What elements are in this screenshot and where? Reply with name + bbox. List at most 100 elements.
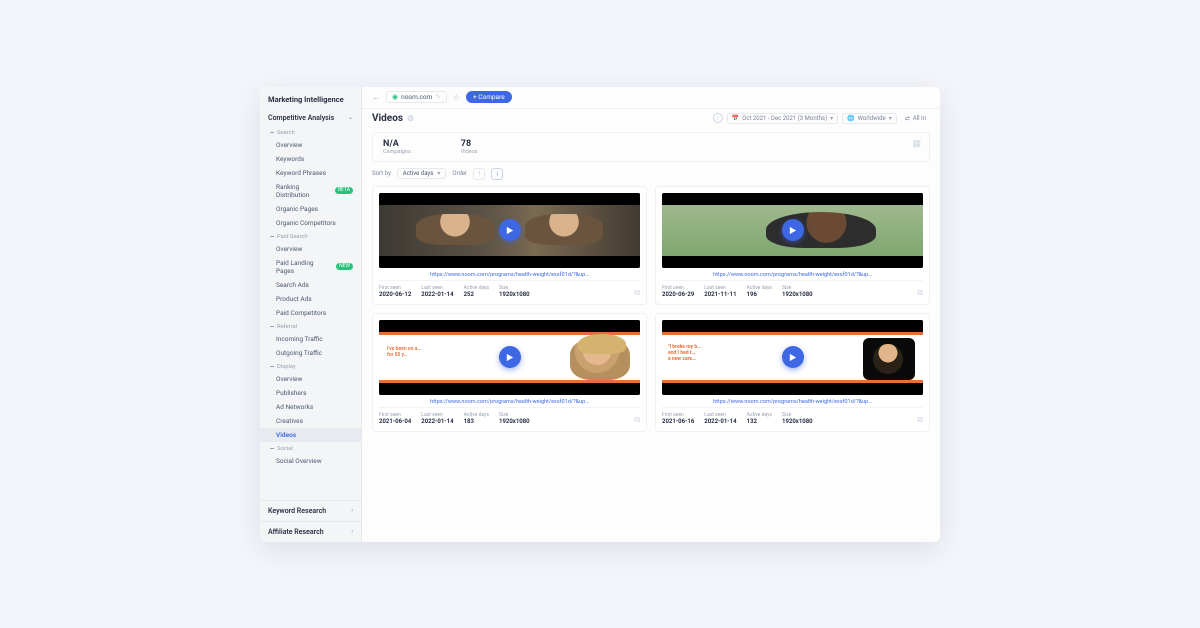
sidebar-section-competitive[interactable]: Competitive Analysis ⌄ <box>260 110 361 126</box>
sidebar-item-overview[interactable]: Overview <box>260 372 361 386</box>
star-icon[interactable]: ☆ <box>453 93 460 102</box>
sidebar-item-incoming-traffic[interactable]: Incoming Traffic <box>260 332 361 346</box>
external-link-icon[interactable]: ⧉ <box>917 288 923 298</box>
stat-value: N/A <box>383 139 411 149</box>
sidebar-item-creatives[interactable]: Creatives <box>260 414 361 428</box>
dash-icon <box>270 366 274 367</box>
sidebar-item-label: Organic Pages <box>276 205 318 213</box>
sidebar-item-label: Keyword Phrases <box>276 169 326 177</box>
sidebar-section-affiliate-research[interactable]: Affiliate Research › <box>260 521 361 542</box>
video-grid: https://www.noom.com/programs/health-wei… <box>362 184 940 440</box>
chevron-down-icon: ⌄ <box>348 114 353 121</box>
stat-value: 78 <box>461 139 478 149</box>
external-link-icon[interactable]: ⧉ <box>634 415 640 425</box>
sidebar-item-social-overview[interactable]: Social Overview <box>260 454 361 468</box>
sidebar-item-organic-competitors[interactable]: Organic Competitors <box>260 216 361 230</box>
chevron-down-icon: ▾ <box>889 115 892 122</box>
meta-value: 1920x1080 <box>782 418 813 425</box>
video-url[interactable]: https://www.noom.com/programs/health-wei… <box>662 268 923 280</box>
badge: BETA <box>335 187 353 194</box>
group-label-text: Search <box>277 130 295 136</box>
sidebar-item-paid-landing-pages[interactable]: Paid Landing PagesNEW <box>260 256 361 278</box>
sidebar-item-label: Search Ads <box>276 281 309 289</box>
compare-button[interactable]: + Compare <box>466 91 512 103</box>
video-meta: First seen2021-06-04Last seen2022-01-14A… <box>379 407 640 425</box>
sidebar-item-label: Ad Networks <box>276 403 313 411</box>
sidebar-item-organic-pages[interactable]: Organic Pages <box>260 202 361 216</box>
domain-chip[interactable]: ◉ noom.com ✎ <box>386 91 447 103</box>
meta-label: Active days <box>747 412 772 418</box>
video-thumbnail[interactable]: I've been on a…for 50 y… <box>379 320 640 395</box>
main-panel: ← ◉ noom.com ✎ ☆ + Compare Videos ⚙ i 📅 … <box>362 87 940 542</box>
page-title: Videos ⚙ <box>372 113 414 124</box>
meta-value: 2020-06-29 <box>662 291 694 298</box>
sort-desc-button[interactable]: ↓ <box>491 168 503 180</box>
meta-value: 196 <box>747 291 772 298</box>
sidebar-item-product-ads[interactable]: Product Ads <box>260 292 361 306</box>
scope-filter[interactable]: ⇄ All In <box>901 114 930 123</box>
external-link-icon[interactable]: ⧉ <box>634 288 640 298</box>
play-icon[interactable] <box>499 219 521 241</box>
sidebar-group-label[interactable]: Search <box>260 126 361 138</box>
video-url[interactable]: https://www.noom.com/programs/health-wei… <box>379 395 640 407</box>
video-thumbnail[interactable] <box>379 193 640 268</box>
sort-field-dropdown[interactable]: Active days ▾ <box>397 168 447 179</box>
play-icon[interactable] <box>782 346 804 368</box>
date-range-text: Oct 2021 - Dec 2021 (3 Months) <box>742 115 827 122</box>
sidebar-item-keywords[interactable]: Keywords <box>260 152 361 166</box>
video-card: https://www.noom.com/programs/health-wei… <box>372 186 647 305</box>
video-url[interactable]: https://www.noom.com/programs/health-wei… <box>662 395 923 407</box>
date-range-filter[interactable]: 📅 Oct 2021 - Dec 2021 (3 Months) ▾ <box>727 113 838 124</box>
domain-name: noom.com <box>401 93 432 101</box>
table-icon[interactable]: ▦ <box>912 139 921 149</box>
sidebar-title: Marketing Intelligence <box>260 87 361 110</box>
sidebar-item-label: Paid Competitors <box>276 309 326 317</box>
video-url[interactable]: https://www.noom.com/programs/health-wei… <box>379 268 640 280</box>
sidebar-item-label: Creatives <box>276 417 303 425</box>
sidebar-group-label[interactable]: Referral <box>260 320 361 332</box>
sidebar-section-keyword-research[interactable]: Keyword Research › <box>260 500 361 521</box>
sidebar: Marketing Intelligence Competitive Analy… <box>260 87 362 542</box>
sidebar-item-paid-competitors[interactable]: Paid Competitors <box>260 306 361 320</box>
sidebar-item-label: Overview <box>276 141 302 149</box>
sidebar-group-label[interactable]: Display <box>260 360 361 372</box>
video-thumbnail[interactable]: "I broke my b…and I had t…a new care… <box>662 320 923 395</box>
video-meta: First seen2020-06-12Last seen2022-01-14A… <box>379 280 640 298</box>
external-link-icon[interactable]: ⧉ <box>917 415 923 425</box>
sidebar-item-label: Ranking Distribution <box>276 183 332 199</box>
meta-value: 1920x1080 <box>782 291 813 298</box>
group-label-text: Display <box>277 364 296 370</box>
sidebar-group-label[interactable]: Paid Search <box>260 230 361 242</box>
sidebar-item-ranking-distribution[interactable]: Ranking DistributionBETA <box>260 180 361 202</box>
meta-value: 2022-01-14 <box>704 418 736 425</box>
dash-icon <box>270 448 274 449</box>
play-icon[interactable] <box>499 346 521 368</box>
sidebar-item-ad-networks[interactable]: Ad Networks <box>260 400 361 414</box>
sidebar-item-search-ads[interactable]: Search Ads <box>260 278 361 292</box>
sidebar-item-label: Publishers <box>276 389 306 397</box>
globe-icon: ◉ <box>392 93 398 101</box>
info-icon[interactable]: i <box>713 113 723 123</box>
back-icon[interactable]: ← <box>372 93 380 102</box>
chevron-down-icon: ▾ <box>437 170 440 177</box>
sidebar-group-label[interactable]: Social <box>260 442 361 454</box>
filters: i 📅 Oct 2021 - Dec 2021 (3 Months) ▾ 🌐 W… <box>713 113 930 124</box>
sidebar-item-keyword-phrases[interactable]: Keyword Phrases <box>260 166 361 180</box>
settings-icon[interactable]: ⚙ <box>407 114 414 123</box>
stat-campaigns: N/A Campaigns <box>383 139 411 155</box>
header-row: Videos ⚙ i 📅 Oct 2021 - Dec 2021 (3 Mont… <box>362 109 940 128</box>
sidebar-section-label: Competitive Analysis <box>268 114 334 122</box>
region-filter[interactable]: 🌐 Worldwide ▾ <box>842 113 897 124</box>
sidebar-item-overview[interactable]: Overview <box>260 242 361 256</box>
sort-asc-button[interactable]: ↑ <box>473 168 485 180</box>
video-meta: First seen2021-06-16Last seen2022-01-14A… <box>662 407 923 425</box>
region-text: Worldwide <box>858 115 886 122</box>
video-thumbnail[interactable] <box>662 193 923 268</box>
play-icon[interactable] <box>782 219 804 241</box>
sidebar-item-videos[interactable]: Videos <box>260 428 361 442</box>
sidebar-item-publishers[interactable]: Publishers <box>260 386 361 400</box>
group-label-text: Paid Search <box>277 234 308 240</box>
sidebar-item-overview[interactable]: Overview <box>260 138 361 152</box>
video-caption: I've been on a…for 50 y… <box>387 346 421 358</box>
sidebar-item-outgoing-traffic[interactable]: Outgoing Traffic <box>260 346 361 360</box>
